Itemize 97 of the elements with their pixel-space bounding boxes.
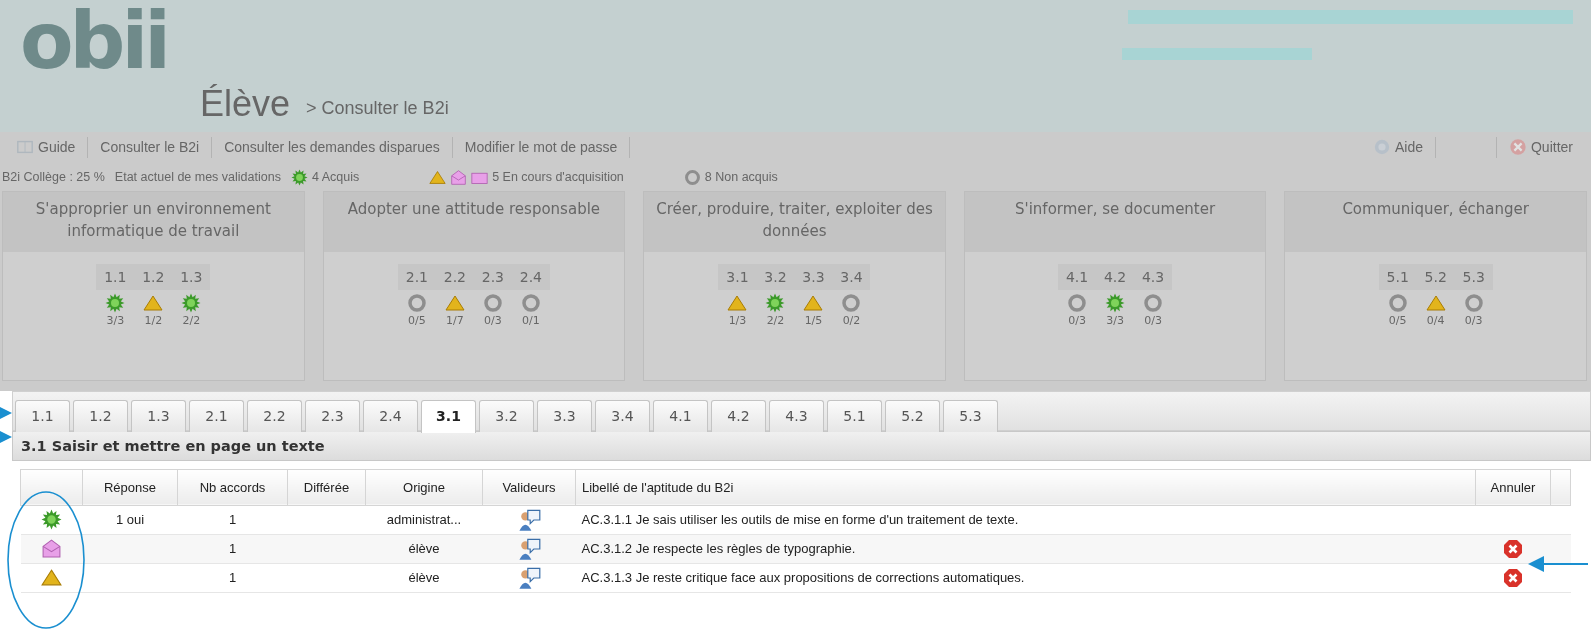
- annotation-arrow: [1528, 556, 1589, 572]
- item-count: 1/2: [143, 312, 164, 329]
- breadcrumb-text: > Consulter le B2i: [306, 97, 449, 120]
- tab[interactable]: 1.2: [73, 399, 128, 432]
- close-icon: [1509, 138, 1527, 156]
- cancel-icon[interactable]: [1503, 567, 1523, 588]
- domain-title: S'approprier un environnement informatique de travail: [3, 191, 304, 252]
- item-count: 0/5: [407, 312, 427, 329]
- item-code: 1.1: [96, 263, 135, 290]
- column-header: Libellé de l'aptitude du B2i: [575, 469, 1476, 506]
- item-count: 0/5: [1387, 312, 1408, 329]
- score-text: B2i Collège : 25 %: [2, 169, 105, 186]
- tab[interactable]: 1.1: [15, 399, 70, 432]
- legend-label: 4 Acquis: [311, 169, 360, 186]
- table-cell: AC.3.1.1 Je sais utiliser les outils de mise en forme d'un traitement de texte.: [581, 512, 1019, 527]
- menu-link[interactable]: Modifier le mot de passe: [452, 136, 631, 158]
- column-header: Nb accords: [177, 469, 288, 506]
- role-title: Élève: [200, 86, 291, 122]
- section-title: 3.1 Saisir et mettre en page un texte: [12, 430, 1591, 461]
- item-count: 0/3: [1463, 312, 1484, 329]
- item-code: 2.3: [473, 263, 512, 290]
- table-cell: élève: [408, 541, 440, 556]
- domain-title: Créer, produire, traiter, exploiter des données: [644, 191, 945, 252]
- item-code: 4.3: [1134, 263, 1173, 290]
- item-count: 0/3: [483, 312, 503, 329]
- tab[interactable]: 4.3: [769, 399, 824, 432]
- item-count: 0/2: [841, 312, 862, 329]
- tab[interactable]: 1.3: [131, 399, 186, 432]
- item-code: 2.4: [511, 263, 550, 290]
- logo: obii: [20, 0, 167, 80]
- item-count: 2/2: [765, 312, 786, 329]
- legend-label: 5 En cours d'acquisition: [492, 169, 624, 186]
- menu-link[interactable]: Quitter: [1496, 136, 1585, 158]
- item-code: 1.2: [134, 263, 173, 290]
- person-chat-icon: [517, 565, 541, 590]
- annotation-arrow: [0, 429, 12, 445]
- cancel-icon[interactable]: [1503, 538, 1523, 559]
- item-count: 0/3: [1067, 312, 1087, 329]
- caption-text: Etat actuel de mes validations: [114, 169, 281, 186]
- domain-title: S'informer, se documenter: [964, 191, 1266, 252]
- tab[interactable]: 2.1: [189, 399, 244, 432]
- item-count: 0/1: [521, 312, 541, 329]
- tab[interactable]: 5.1: [827, 399, 882, 432]
- tab[interactable]: 3.1: [421, 399, 476, 433]
- item-count: 0/3: [1143, 312, 1163, 329]
- item-code: 3.2: [756, 263, 795, 290]
- annotation-arrow: [0, 405, 12, 421]
- item-code: 4.1: [1058, 263, 1097, 290]
- column-header: Annuler: [1475, 469, 1551, 506]
- book-icon: [16, 138, 34, 156]
- table-cell: 1: [228, 570, 237, 585]
- item-code: 4.2: [1096, 263, 1135, 290]
- table-cell: 1: [228, 541, 237, 556]
- table-cell: AC.3.1.2 Je respecte les règles de typographie.: [581, 541, 856, 556]
- item-code: 3.4: [832, 263, 871, 290]
- item-count: 1/3: [727, 312, 748, 329]
- domain-title: Communiquer, échanger: [1285, 191, 1586, 252]
- item-code: 5.2: [1416, 263, 1455, 290]
- table-cell: élève: [408, 570, 440, 585]
- item-count: 0/4: [1425, 312, 1446, 329]
- legend-label: 8 Non acquis: [704, 169, 778, 186]
- tab[interactable]: 4.2: [711, 399, 766, 432]
- table-cell: administrat...: [386, 512, 462, 527]
- table-cell: AC.3.1.3 Je reste critique face aux propositions de corrections automatiques.: [581, 570, 1025, 585]
- column-header: Réponse: [82, 469, 178, 506]
- menu-link[interactable]: Guide: [16, 136, 89, 158]
- table-cell: 1: [228, 512, 237, 527]
- item-code: 5.1: [1378, 263, 1417, 290]
- menu-link[interactable]: Aide: [1360, 136, 1436, 158]
- item-code: 3.1: [718, 263, 757, 290]
- item-code: 1.3: [172, 263, 211, 290]
- domain-title: Adopter une attitude responsable: [323, 191, 625, 252]
- tab[interactable]: 2.4: [363, 399, 418, 432]
- item-count: 3/3: [105, 312, 126, 329]
- tab[interactable]: 2.3: [305, 399, 360, 432]
- menu-link[interactable]: Consulter le B2i: [88, 136, 213, 158]
- column-header: Différée: [287, 469, 366, 506]
- tab[interactable]: 5.3: [943, 399, 998, 432]
- column-header: Valideurs: [482, 469, 576, 506]
- item-count: 1/7: [445, 312, 465, 329]
- item-count: 3/3: [1105, 312, 1125, 329]
- tab[interactable]: 2.2: [247, 399, 302, 432]
- menu-link[interactable]: Consulter les demandes disparues: [212, 136, 453, 158]
- item-count: 2/2: [181, 312, 202, 329]
- item-code: 2.1: [397, 263, 436, 290]
- item-code: 5.3: [1454, 263, 1493, 290]
- tab[interactable]: 5.2: [885, 399, 940, 432]
- table-cell: 1 oui: [115, 512, 145, 527]
- tab[interactable]: 3.4: [595, 399, 650, 432]
- tab[interactable]: 4.1: [653, 399, 708, 432]
- column-header: Origine: [365, 469, 483, 506]
- item-code: 2.2: [435, 263, 474, 290]
- item-code: 3.3: [794, 263, 833, 290]
- tab[interactable]: 3.2: [479, 399, 534, 432]
- tab[interactable]: 3.3: [537, 399, 592, 432]
- item-count: 1/5: [803, 312, 824, 329]
- person-chat-icon: [517, 507, 541, 532]
